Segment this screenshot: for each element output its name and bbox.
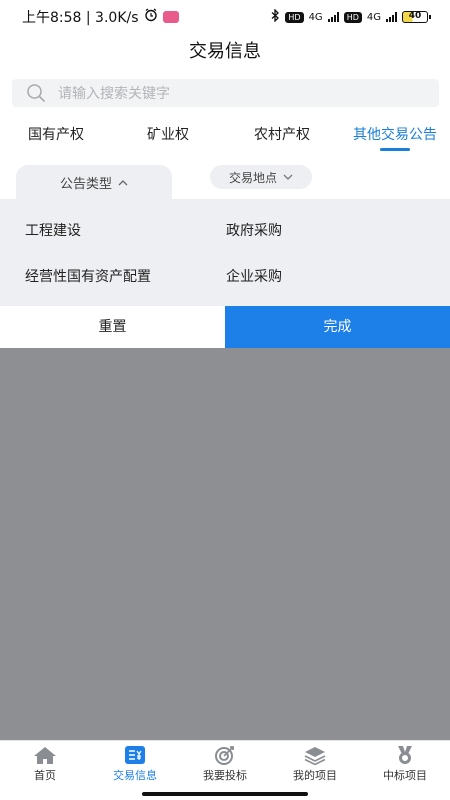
nav-trade-info[interactable]: 交易信息 [90, 741, 180, 786]
home-icon [34, 746, 56, 764]
alarm-icon [144, 8, 158, 26]
nav-bid[interactable]: 我要投标 [180, 741, 270, 786]
trade-info-icon [125, 745, 145, 764]
reset-button[interactable]: 重置 [0, 306, 225, 348]
type-dropdown-panel: 工程建设 政府采购 经营性国有资产配置 企业采购 [0, 199, 450, 307]
filter-label: 交易地点 [228, 170, 277, 185]
bluetooth-icon [270, 8, 280, 25]
dim-overlay[interactable] [0, 348, 450, 740]
nav-label: 首页 [34, 768, 56, 782]
battery-icon: 40 [402, 11, 431, 23]
nav-label: 我要投标 [203, 768, 247, 782]
nav-winning-projects[interactable]: 中标项目 [360, 741, 450, 786]
option-government-procurement[interactable]: 政府采购 [226, 220, 282, 240]
search-input[interactable]: 请输入搜索关键字 [12, 79, 439, 107]
status-right: HD 4G HD 4G 40 [270, 8, 431, 25]
target-icon [215, 745, 234, 765]
filter-trade-location[interactable]: 交易地点 [210, 165, 312, 189]
page-title: 交易信息 [189, 41, 261, 62]
option-engineering[interactable]: 工程建设 [25, 220, 81, 240]
search-placeholder: 请输入搜索关键字 [58, 86, 170, 102]
tab-active-indicator [380, 148, 410, 151]
option-state-asset-allocation[interactable]: 经营性国有资产配置 [25, 266, 151, 286]
hd-badge-2: HD [343, 11, 362, 23]
home-indicator[interactable] [142, 792, 308, 796]
layers-icon [304, 746, 326, 765]
category-tabs: 国有产权 矿业权 农村产权 其他交易公告 [0, 115, 450, 155]
done-button[interactable]: 完成 [225, 306, 450, 348]
signal-icon [327, 12, 339, 22]
status-time-speed: 上午8:58 | 3.0K/s [22, 10, 139, 26]
tab-rural-property[interactable]: 农村产权 [224, 115, 340, 155]
nav-my-projects[interactable]: 我的项目 [270, 741, 360, 786]
filter-label: 公告类型 [59, 177, 112, 192]
status-bar: 上午8:58 | 3.0K/s HD 4G HD 4G 40 [0, 0, 450, 34]
medal-icon [398, 745, 412, 764]
status-left: 上午8:58 | 3.0K/s [22, 7, 179, 27]
tab-mining-rights[interactable]: 矿业权 [112, 115, 224, 155]
signal-icon-2 [386, 12, 397, 22]
tab-label: 矿业权 [147, 127, 189, 143]
chevron-down-icon [283, 174, 293, 180]
nav-label: 交易信息 [113, 768, 157, 782]
app-notification-icon [162, 11, 179, 23]
nav-home[interactable]: 首页 [0, 741, 90, 786]
nav-label: 我的项目 [293, 768, 337, 782]
filter-bar: 公告类型 交易地点 [0, 160, 450, 200]
nav-label: 中标项目 [383, 768, 427, 782]
dropdown-actions: 重置 完成 [0, 306, 450, 348]
bottom-nav: 首页 交易信息 我要投标 我的项目 中标项目 [0, 740, 450, 786]
tab-state-property[interactable]: 国有产权 [0, 115, 112, 155]
network-label-1: 4G [308, 11, 323, 23]
tab-label: 农村产权 [254, 127, 310, 143]
network-label-2: 4G [366, 11, 381, 23]
filter-announcement-type[interactable]: 公告类型 [16, 165, 172, 200]
option-enterprise-procurement[interactable]: 企业采购 [226, 266, 282, 286]
tab-other-announcements[interactable]: 其他交易公告 [340, 115, 450, 155]
tab-label: 其他交易公告 [353, 127, 437, 143]
chevron-up-icon [118, 180, 128, 186]
search-icon [27, 84, 46, 103]
tab-label: 国有产权 [28, 127, 84, 143]
hd-badge: HD [285, 11, 304, 23]
